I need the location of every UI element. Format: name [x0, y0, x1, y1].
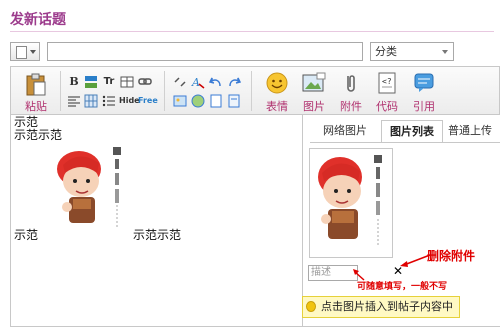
text-color-button[interactable] — [84, 75, 98, 89]
tab-image-list[interactable]: 图片列表 — [381, 120, 443, 143]
hide-button[interactable]: Hide — [119, 94, 140, 108]
code-button[interactable]: <? 代码 — [374, 71, 400, 113]
chevron-down-icon — [30, 50, 36, 54]
table-icon — [120, 76, 134, 88]
unlink-button[interactable] — [173, 75, 187, 89]
arrow-icon — [400, 254, 431, 267]
arrow-icon — [353, 269, 365, 281]
svg-text:A: A — [191, 76, 200, 89]
free-button[interactable]: Free — [138, 94, 158, 108]
page-icon — [228, 94, 240, 108]
toolbar-separator — [251, 71, 252, 111]
picture-icon — [302, 72, 326, 92]
paperclip-icon — [347, 75, 355, 92]
quote-icon — [414, 73, 434, 92]
quote-label: 引用 — [413, 100, 435, 113]
image-icon — [173, 95, 187, 107]
font-size-button[interactable]: Tr — [102, 75, 116, 89]
chevron-down-icon — [442, 50, 448, 54]
page-title: 发新话题 — [10, 12, 66, 28]
toolbar-separator — [60, 71, 61, 111]
undo-button[interactable] — [208, 75, 223, 89]
unlink-icon — [174, 77, 186, 87]
page-break-button[interactable] — [227, 94, 241, 108]
media-button[interactable] — [191, 94, 205, 108]
image-label: 图片 — [303, 100, 325, 113]
content-line: 示范 — [14, 228, 39, 242]
globe-icon — [191, 94, 205, 108]
lightbulb-icon — [306, 301, 316, 312]
code-icon: <? — [378, 72, 396, 94]
cartoon-thumbnail — [318, 155, 382, 247]
text-color-icon — [85, 76, 97, 88]
undo-icon — [208, 77, 221, 87]
remove-format-icon: A — [191, 76, 205, 89]
tab-web-image[interactable]: 网络图片 — [314, 120, 376, 142]
attachment-label: 附件 — [340, 100, 362, 113]
table-insert-button[interactable] — [84, 94, 98, 108]
editor-content[interactable]: 示范 示范示范 示范 示范示范 — [11, 115, 301, 326]
title-divider — [10, 31, 494, 32]
paste-button[interactable]: 粘贴 — [21, 71, 51, 113]
quote-button[interactable]: 引用 — [411, 71, 437, 113]
delete-annotation: 删除附件 — [427, 249, 476, 263]
editor-toolbar: 粘贴 B Tr Hide Free A 表情 图片 附件 <? 代码 引用 — [11, 67, 499, 115]
emoticon-button[interactable]: 表情 — [264, 71, 290, 113]
content-line: 示范示范 — [133, 228, 182, 242]
table-button[interactable] — [120, 75, 134, 89]
grid-icon — [84, 94, 98, 108]
content-line: 示范示范 — [14, 128, 63, 142]
subject-input[interactable] — [47, 42, 363, 61]
redo-button[interactable] — [227, 75, 242, 89]
image-thumbnail[interactable] — [309, 148, 393, 258]
document-icon — [16, 46, 27, 59]
tab-normal-upload[interactable]: 普通上传 — [448, 120, 500, 142]
image-insert-button[interactable] — [173, 94, 187, 108]
smiley-icon — [266, 72, 288, 94]
flash-button[interactable] — [209, 94, 223, 108]
code-label: 代码 — [376, 100, 398, 113]
description-input[interactable]: 描述 — [308, 265, 358, 281]
cartoon-image[interactable] — [51, 145, 129, 231]
paste-icon — [26, 73, 46, 96]
list-icon — [102, 95, 115, 107]
description-hint-annotation: 可随意填写，一般不写 — [357, 282, 448, 292]
insert-hint: 点击图片插入到帖子内容中 — [302, 296, 460, 318]
list-button[interactable] — [102, 94, 116, 108]
tab-divider — [310, 142, 500, 143]
category-select[interactable]: 分类 — [370, 42, 454, 61]
paste-label: 粘贴 — [25, 100, 47, 113]
toolbar-separator — [164, 71, 165, 111]
svg-text:<?: <? — [382, 77, 392, 86]
bold-button[interactable]: B — [67, 75, 81, 89]
link-button[interactable] — [138, 75, 152, 89]
link-icon — [138, 78, 152, 85]
attachment-button[interactable]: 附件 — [338, 71, 364, 113]
post-type-dropdown[interactable] — [10, 42, 40, 61]
category-select-value: 分类 — [375, 45, 397, 58]
image-button[interactable]: 图片 — [301, 71, 327, 113]
redo-icon — [229, 77, 242, 87]
file-icon — [210, 94, 222, 108]
align-left-button[interactable] — [67, 94, 81, 108]
emoticon-label: 表情 — [266, 100, 288, 113]
align-left-icon — [68, 96, 80, 107]
remove-format-button[interactable]: A — [191, 75, 205, 89]
